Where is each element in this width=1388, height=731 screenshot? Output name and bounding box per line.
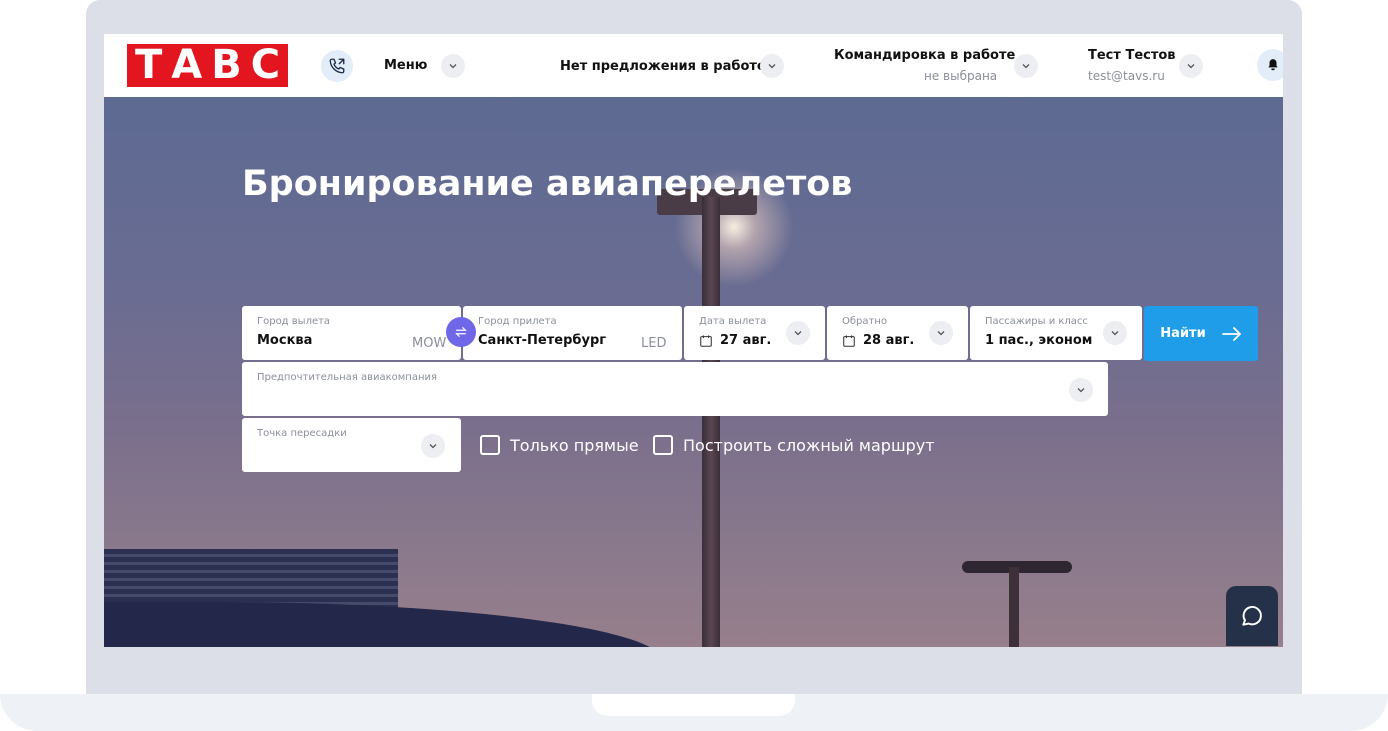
chevron-down-icon [1022, 64, 1030, 69]
airline-dropdown[interactable] [1069, 378, 1093, 402]
laptop-notch [592, 694, 795, 716]
preferred-airline-field[interactable]: Предпочтительная авиакомпания [242, 362, 1108, 416]
search-button[interactable]: Найти [1144, 306, 1258, 361]
search-button-label: Найти [1160, 326, 1206, 341]
trip-dropdown-button[interactable] [1014, 54, 1038, 78]
top-header: ТАВС Меню Нет предложения в работе Коман… [104, 34, 1283, 97]
light-pole-small [1009, 567, 1019, 647]
trip-status: не выбрана [924, 69, 998, 83]
page-title: Бронирование авиаперелетов [242, 164, 853, 204]
passengers-class-value: 1 пас., эконом [985, 333, 1093, 348]
depart-date-field[interactable]: Дата вылета 27 авг. [684, 306, 825, 360]
calendar-icon [700, 334, 712, 347]
ground-silhouette [104, 602, 664, 647]
offer-status-label[interactable]: Нет предложения в работе [560, 59, 766, 74]
depart-date-label: Дата вылета [699, 316, 767, 327]
return-date-value-wrap: 28 авг. [842, 333, 914, 348]
passengers-class-field[interactable]: Пассажиры и класс 1 пас., эконом [970, 306, 1142, 360]
menu-dropdown-button[interactable] [441, 54, 465, 78]
return-date-dropdown[interactable] [929, 321, 953, 345]
transfer-point-field[interactable]: Точка пересадки [242, 418, 461, 472]
depart-date-dropdown[interactable] [786, 321, 810, 345]
complex-route-option[interactable]: Построить сложный маршрут [653, 435, 935, 455]
user-email: test@tavs.ru [1088, 69, 1165, 83]
user-name[interactable]: Тест Тестов [1088, 48, 1176, 63]
calendar-icon [843, 334, 855, 347]
return-date-field[interactable]: Обратно 28 авг. [827, 306, 968, 360]
to-city-value: Санкт-Петербург [478, 333, 607, 348]
chevron-down-icon [449, 64, 457, 69]
phone-icon [329, 58, 345, 74]
offer-dropdown-button[interactable] [760, 54, 784, 78]
trip-label[interactable]: Командировка в работе [834, 48, 1015, 63]
chevron-down-icon [768, 64, 776, 69]
passengers-class-label: Пассажиры и класс [985, 316, 1088, 327]
from-city-field[interactable]: Город вылета Москва MOW [242, 306, 461, 360]
preferred-airline-label: Предпочтительная авиакомпания [257, 372, 438, 383]
phone-button[interactable] [321, 50, 353, 82]
direct-only-option[interactable]: Только прямые [480, 435, 639, 455]
depart-date-value: 27 авг. [720, 333, 772, 348]
direct-only-label: Только прямые [510, 435, 639, 455]
from-city-code: MOW [412, 336, 447, 351]
chevron-down-icon [794, 331, 802, 336]
depart-date-value-wrap: 27 авг. [699, 333, 771, 348]
to-city-label: Город прилета [478, 316, 557, 327]
complex-route-label: Построить сложный маршрут [683, 435, 935, 455]
transfer-dropdown[interactable] [421, 434, 445, 458]
chevron-down-icon [1077, 388, 1085, 393]
app-screen: ТАВС Меню Нет предложения в работе Коман… [104, 34, 1283, 647]
chevron-down-icon [429, 444, 437, 449]
swap-icon [455, 327, 467, 337]
swap-cities-button[interactable] [446, 317, 476, 347]
complex-route-checkbox[interactable] [653, 435, 673, 455]
brand-logo[interactable]: ТАВС [127, 44, 288, 87]
notifications-button[interactable] [1257, 49, 1283, 81]
from-city-value: Москва [257, 333, 313, 348]
chevron-down-icon [1111, 331, 1119, 336]
chevron-down-icon [1187, 64, 1195, 69]
chat-icon [1242, 606, 1262, 626]
from-city-label: Город вылета [257, 316, 331, 327]
bell-icon [1268, 59, 1278, 71]
return-date-value: 28 авг. [863, 333, 915, 348]
menu-label[interactable]: Меню [384, 58, 427, 73]
chevron-down-icon [937, 331, 945, 336]
transfer-point-label: Точка пересадки [257, 428, 347, 439]
user-dropdown-button[interactable] [1179, 54, 1203, 78]
return-date-label: Обратно [842, 316, 887, 327]
passengers-dropdown[interactable] [1103, 321, 1127, 345]
to-city-code: LED [641, 336, 667, 351]
chat-button[interactable] [1226, 586, 1278, 646]
to-city-field[interactable]: Город прилета Санкт-Петербург LED [463, 306, 682, 360]
light-pole [702, 197, 720, 647]
direct-only-checkbox[interactable] [480, 435, 500, 455]
arrow-right-icon [1221, 326, 1241, 341]
